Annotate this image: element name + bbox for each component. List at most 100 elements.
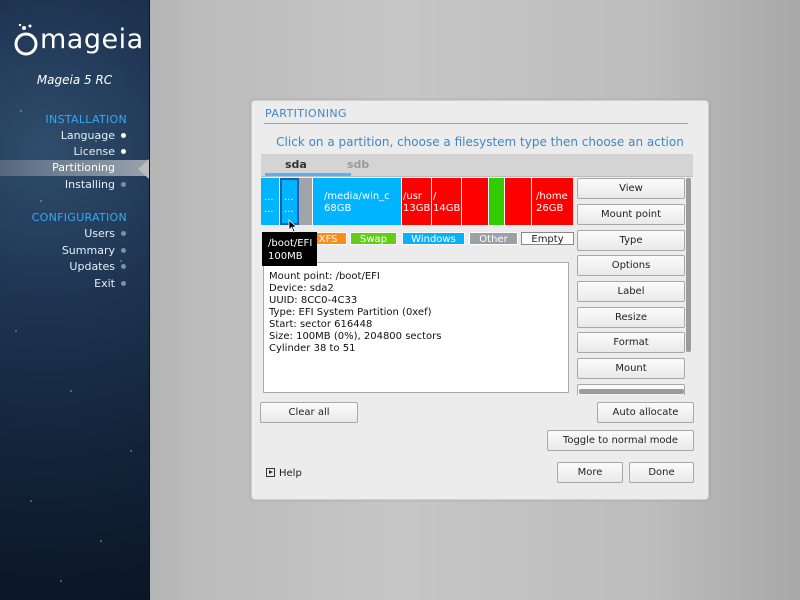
partition-root[interactable]: / 14GB <box>432 178 462 225</box>
mount-point-button[interactable]: Mount point <box>577 204 685 225</box>
tooltip-mount: /boot/EFI <box>268 238 313 249</box>
sidebar-item-label: Updates <box>69 260 115 273</box>
resize-button[interactable]: Resize <box>577 307 685 328</box>
step-dot-icon <box>121 248 126 253</box>
active-tab-indicator <box>265 173 351 176</box>
info-uuid: UUID: 8CC0-4C33 <box>269 295 358 306</box>
version-label: Mageia 5 RC <box>36 73 113 87</box>
legend-empty: Empty <box>521 232 574 245</box>
partitioning-panel: PARTITIONING Click on a partition, choos… <box>251 100 709 500</box>
step-dot-icon <box>121 231 126 236</box>
partition-sda1[interactable]: ... ... <box>261 178 280 225</box>
sidebar-item-updates: Updates <box>0 259 149 275</box>
partition-swap[interactable] <box>489 178 505 225</box>
sidebar-item-exit: Exit <box>0 276 149 292</box>
partition-label: / <box>433 191 437 202</box>
partition-size: 26GB <box>536 203 564 214</box>
partition-size: ... <box>264 204 274 215</box>
sidebar-item-label: Language <box>60 129 115 142</box>
done-button[interactable]: Done <box>629 462 694 483</box>
legend-label: Empty <box>531 234 564 245</box>
actions-vertical-scrollbar[interactable] <box>686 178 691 352</box>
partition-info-box: Mount point: /boot/EFI Device: sda2 UUID… <box>263 262 569 393</box>
disk-tabs: sda sdb <box>261 154 693 177</box>
sidebar-item-partitioning: Partitioning <box>0 160 149 176</box>
mouse-pointer-icon <box>288 219 298 233</box>
partition-label: /media/win_c <box>324 191 390 202</box>
partition-label: /usr <box>403 191 423 202</box>
info-size: Size: 100MB (0%), 204800 sectors <box>269 331 442 342</box>
panel-title: PARTITIONING <box>265 107 347 120</box>
tab-sdb[interactable]: sdb <box>347 158 369 171</box>
label-button[interactable]: Label <box>577 281 685 302</box>
step-dot-icon <box>121 264 126 269</box>
legend-label: Swap <box>359 234 387 245</box>
partition-label: ... <box>284 192 294 203</box>
sidebar-item-summary: Summary <box>0 243 149 259</box>
sidebar-item-label: Exit <box>94 277 115 290</box>
more-button[interactable]: More <box>557 462 623 483</box>
legend-windows: Windows <box>402 232 465 245</box>
clear-all-button[interactable]: Clear all <box>260 402 358 423</box>
step-dot-icon <box>121 182 126 187</box>
sidebar-item-label: License <box>73 145 115 158</box>
sidebar-item-license: License <box>0 144 149 160</box>
partition-win-c[interactable]: /media/win_c 68GB <box>313 178 402 225</box>
info-mount-point: Mount point: /boot/EFI <box>269 271 380 282</box>
play-icon <box>266 468 275 477</box>
partition-home[interactable]: /home 26GB <box>532 178 573 225</box>
type-button[interactable]: Type <box>577 230 685 251</box>
help-link[interactable]: Help <box>266 468 302 479</box>
partition-sda3[interactable] <box>299 178 313 225</box>
title-divider <box>264 123 688 124</box>
step-dot-icon <box>121 281 126 286</box>
sidebar-item-users: Users <box>0 226 149 242</box>
format-button[interactable]: Format <box>577 332 685 353</box>
installation-section-title: INSTALLATION <box>45 113 127 126</box>
configuration-section-title: CONFIGURATION <box>31 211 127 224</box>
step-dot-icon <box>121 133 126 138</box>
step-dot-icon <box>121 149 126 154</box>
sidebar-item-installing: Installing <box>0 177 149 193</box>
partition-actions: View Mount point Type Options Label Resi… <box>576 178 688 395</box>
sidebar-item-label: Summary <box>61 244 115 257</box>
instruction-text: Click on a partition, choose a filesyste… <box>276 135 684 149</box>
sidebar: mageia Mageia 5 RC INSTALLATION Language… <box>0 0 150 600</box>
active-step-arrow-icon <box>138 159 149 179</box>
toggle-normal-mode-button[interactable]: Toggle to normal mode <box>547 430 694 451</box>
partition-tooltip: /boot/EFI 100MB <box>262 232 317 266</box>
info-cylinder: Cylinder 38 to 51 <box>269 343 356 354</box>
partition-size: ... <box>284 204 294 215</box>
legend-label: Other <box>479 234 508 245</box>
legend-other: Other <box>469 232 518 245</box>
partition-label: ... <box>264 192 274 203</box>
legend-label: XFS <box>318 234 338 245</box>
partition-size: 14GB <box>433 203 461 214</box>
legend-swap: Swap <box>350 232 397 245</box>
help-label: Help <box>279 468 302 479</box>
info-start: Start: sector 616448 <box>269 319 373 330</box>
sidebar-item-language: Language <box>0 128 149 144</box>
sidebar-item-label: Installing <box>64 178 115 191</box>
info-type: Type: EFI System Partition (0xef) <box>269 307 432 318</box>
logo-wordmark: mageia <box>40 24 144 55</box>
partition-extra-1[interactable] <box>462 178 489 225</box>
view-button[interactable]: View <box>577 178 685 199</box>
mount-button[interactable]: Mount <box>577 358 685 379</box>
partition-label: /home <box>536 191 568 202</box>
actions-horizontal-scrollbar[interactable] <box>579 389 684 394</box>
partition-extra-2[interactable] <box>505 178 532 225</box>
partition-sda2[interactable]: ... ... <box>280 178 299 225</box>
partition-map: ... ... ... ... /media/win_c 68GB /usr 1… <box>261 178 573 225</box>
partition-size: 68GB <box>324 203 352 214</box>
partition-usr[interactable]: /usr 13GB <box>402 178 432 225</box>
partition-size: 13GB <box>403 203 431 214</box>
legend-label: Windows <box>411 234 456 245</box>
auto-allocate-button[interactable]: Auto allocate <box>597 402 694 423</box>
sidebar-item-label: Partitioning <box>52 161 115 174</box>
tooltip-size: 100MB <box>268 251 303 262</box>
info-device: Device: sda2 <box>269 283 334 294</box>
sidebar-item-label: Users <box>84 227 115 240</box>
tab-sda[interactable]: sda <box>285 158 307 171</box>
options-button[interactable]: Options <box>577 255 685 276</box>
